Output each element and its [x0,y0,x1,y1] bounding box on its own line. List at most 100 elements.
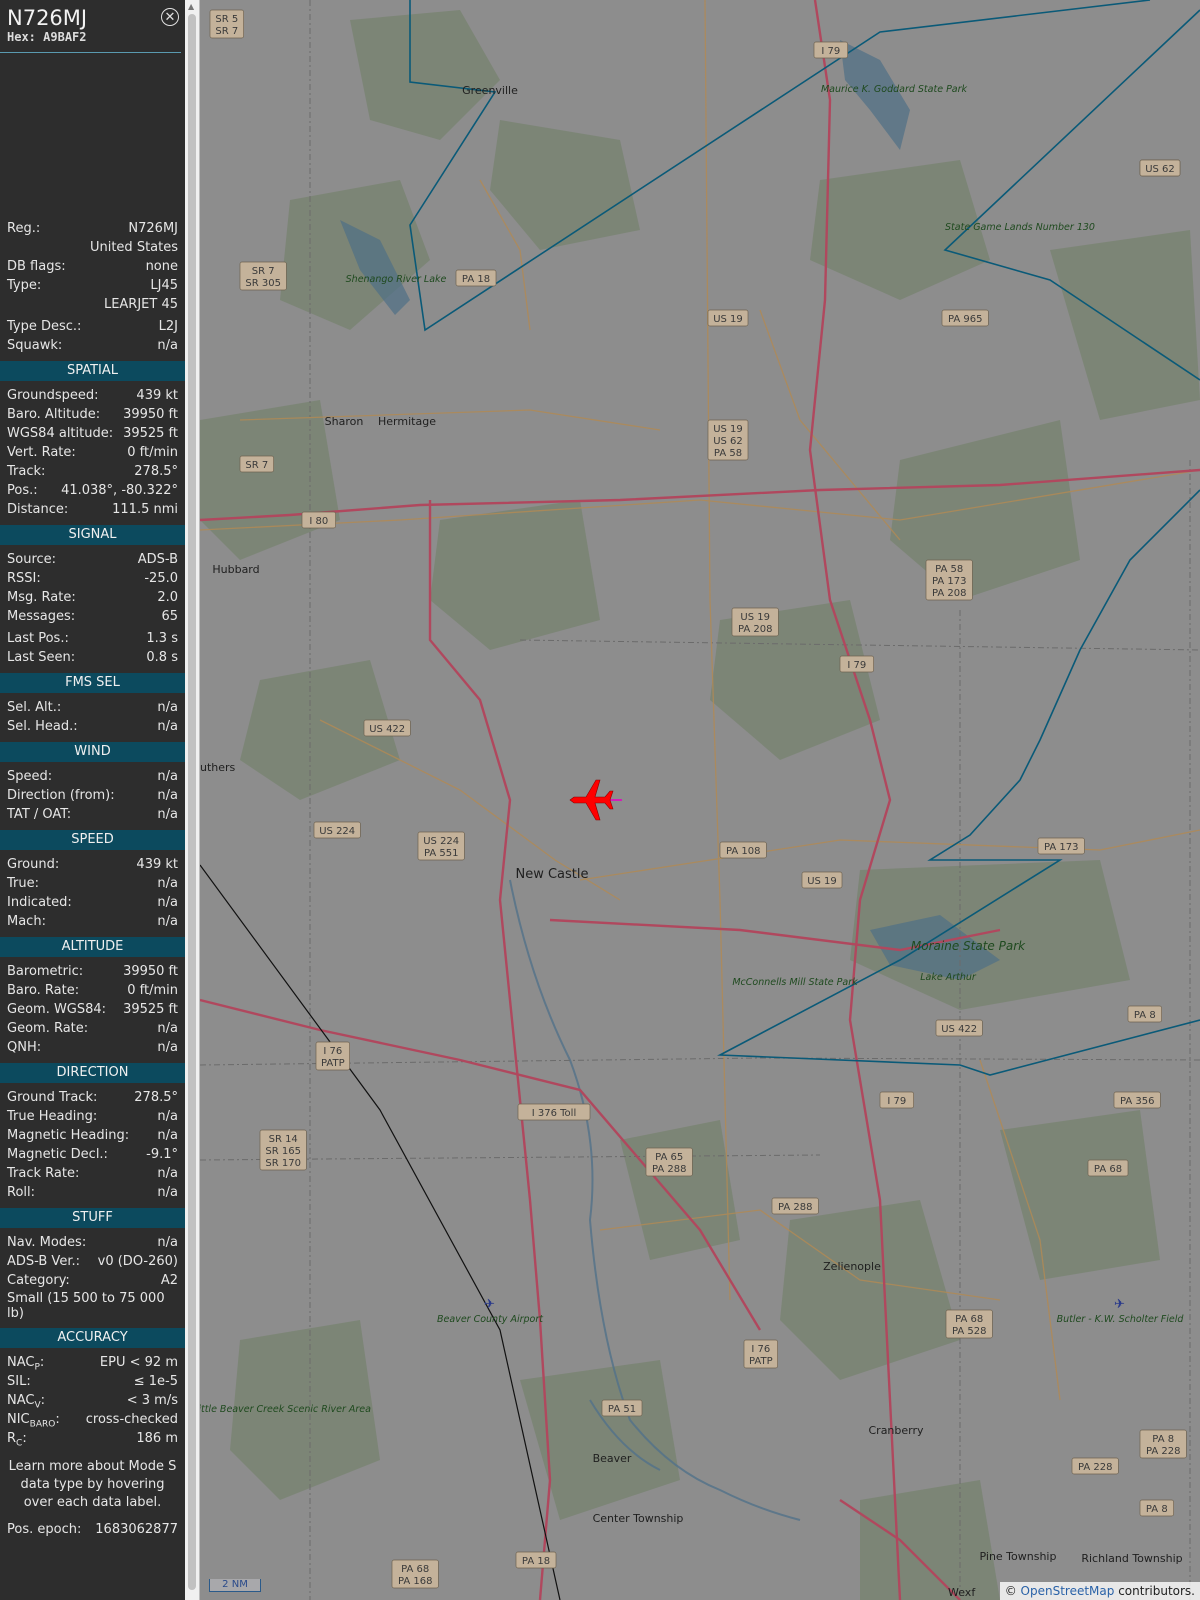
signal-label[interactable]: Last Pos.: [7,629,69,648]
town-label: Sharon [325,415,364,428]
close-icon[interactable]: ✕ [161,8,179,26]
signal-label[interactable]: Last Seen: [7,648,75,667]
scrollbar-thumb[interactable] [188,14,196,1590]
info-label[interactable]: DB flags: [7,257,66,276]
road-shield-label: SR 165 [265,1146,301,1157]
info-value: none [145,259,178,274]
scroll-up-arrow-icon[interactable]: ▲ [188,2,194,11]
altitude-label[interactable]: Barometric: [7,962,83,981]
direction-label[interactable]: Ground Track: [7,1088,97,1107]
direction-label[interactable]: Magnetic Decl.: [7,1145,108,1164]
direction-label[interactable]: Roll: [7,1183,35,1202]
stuff-label[interactable]: Category: [7,1271,70,1290]
accuracy-label[interactable]: SIL: [7,1372,31,1391]
speed-row: Mach: n/a [0,912,185,931]
speed-value: n/a [157,914,178,929]
accuracy-label[interactable]: NACV: [7,1391,45,1411]
road-shield-label: I 79 [847,660,866,671]
altitude-row: Geom. WGS84: 39525 ft [0,1000,185,1019]
signal-label[interactable]: RSSI: [7,569,41,588]
altitude-label[interactable]: Baro. Rate: [7,981,79,1000]
signal-row: Last Pos.: 1.3 s [0,629,185,648]
altitude-value: n/a [157,1040,178,1055]
aircraft-marker-icon[interactable] [569,779,622,821]
altitude-value: n/a [157,1021,178,1036]
accuracy-label[interactable]: NICBARO: [7,1410,60,1430]
town-label: Richland Township [1081,1552,1182,1565]
speed-label[interactable]: Indicated: [7,893,72,912]
wind-label[interactable]: Speed: [7,767,52,786]
osm-link[interactable]: OpenStreetMap [1021,1584,1115,1598]
accuracy-label-text: NIC [7,1412,30,1427]
wind-label[interactable]: Direction (from): [7,786,115,805]
direction-row: Track Rate: n/a [0,1164,185,1183]
spatial-value: 39525 ft [123,426,178,441]
info-label[interactable]: Squawk: [7,336,62,355]
spatial-label[interactable]: Distance: [7,500,68,519]
accuracy-value: ≤ 1e-5 [133,1374,178,1389]
town-label: Pine Township [980,1550,1057,1563]
info-label[interactable]: Type: [7,276,41,295]
signal-label[interactable]: Msg. Rate: [7,588,76,607]
road-shield-label: US 422 [941,1024,977,1035]
direction-label[interactable]: Magnetic Heading: [7,1126,129,1145]
accuracy-value: cross-checked [85,1412,178,1427]
fms-row: Sel. Head.: n/a [0,717,185,736]
road-shield-label: I 80 [309,516,328,527]
road-shield-label: SR 7 [252,266,275,277]
road-shield-label: US 224 [423,836,459,847]
road-shield: US 19PA 208 [731,607,779,637]
stuff-row: Category: A2 [0,1271,185,1290]
signal-value: 1.3 s [146,631,178,646]
spatial-label[interactable]: Pos.: [7,481,38,500]
altitude-label[interactable]: QNH: [7,1038,41,1057]
direction-label[interactable]: Track Rate: [7,1164,79,1183]
info-label[interactable]: Reg.: [7,219,40,238]
airport-icon: ✈ [1114,1297,1125,1312]
accuracy-label-text: NAC [7,1355,35,1370]
road-shield-label: PA 965 [948,314,983,325]
wind-row: TAT / OAT: n/a [0,805,185,824]
speed-label[interactable]: Ground: [7,855,59,874]
altitude-label[interactable]: Geom. WGS84: [7,1000,106,1019]
info-row: Reg.: N726MJ [0,219,185,238]
spatial-label[interactable]: Vert. Rate: [7,443,76,462]
road-shield-label: PA 8 [1152,1434,1174,1445]
altitude-label[interactable]: Geom. Rate: [7,1019,88,1038]
signal-label[interactable]: Source: [7,550,56,569]
spatial-label[interactable]: Groundspeed: [7,386,98,405]
road-shield: US 422 [935,1019,983,1037]
map-view[interactable]: Maurice K. Goddard State Park State Game… [200,0,1200,1600]
spatial-label[interactable]: Baro. Altitude: [7,405,100,424]
speed-label[interactable]: True: [7,874,39,893]
fms-label[interactable]: Sel. Head.: [7,717,78,736]
wind-row: Speed: n/a [0,767,185,786]
map-canvas[interactable]: Maurice K. Goddard State Park State Game… [200,0,1200,1600]
stuff-label[interactable]: ADS-B Ver.: [7,1252,80,1271]
spatial-label[interactable]: Track: [7,462,45,481]
stuff-label[interactable]: Nav. Modes: [7,1233,86,1252]
pos-epoch-label[interactable]: Pos. epoch: [7,1520,81,1539]
pos-epoch-row: Pos. epoch: 1683062877 [0,1520,185,1539]
section-header-accuracy: ACCURACY [0,1328,185,1348]
panel-scrollbar[interactable]: ▲ [185,0,200,1600]
road-shield: I 76PATP [315,1041,350,1071]
fms-label[interactable]: Sel. Alt.: [7,698,61,717]
panel-header: N726MJ Hex: A9BAF2 ✕ [0,0,181,53]
wind-label[interactable]: TAT / OAT: [7,805,71,824]
accuracy-label[interactable]: RC: [7,1429,27,1449]
signal-label[interactable]: Messages: [7,607,75,626]
spatial-label[interactable]: WGS84 altitude: [7,424,113,443]
signal-row: Msg. Rate: 2.0 [0,588,185,607]
info-label[interactable]: Type Desc.: [7,317,81,336]
road-shield: US 422 [363,719,411,737]
scale-bar: 2 NM [209,1579,261,1592]
speed-value: n/a [157,876,178,891]
road-shield-label: PATP [321,1058,345,1069]
road-shield-label: I 79 [887,1096,906,1107]
accuracy-label[interactable]: NACP: [7,1353,44,1373]
town-label: Wexf [948,1586,976,1599]
speed-label[interactable]: Mach: [7,912,46,931]
road-shield-label: PA 173 [932,576,967,587]
direction-label[interactable]: True Heading: [7,1107,97,1126]
